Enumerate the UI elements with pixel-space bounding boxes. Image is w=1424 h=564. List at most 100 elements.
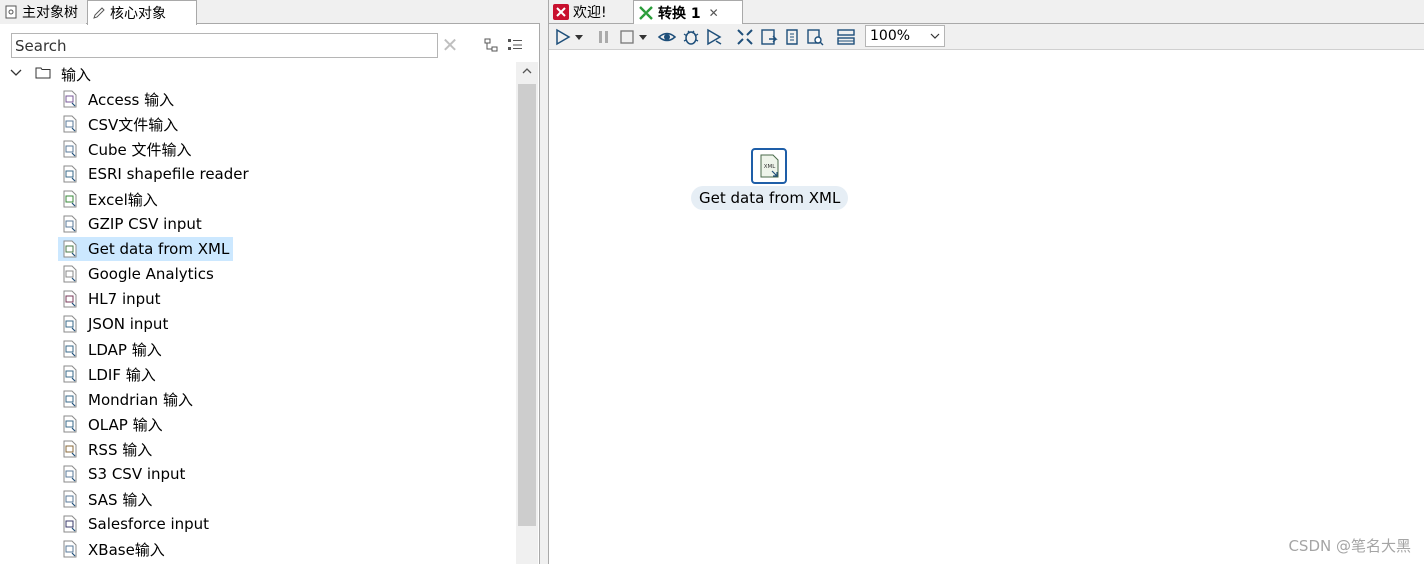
tree-item-label: GZIP CSV input (88, 215, 202, 233)
tree-item-label: JSON input (88, 315, 169, 333)
sql-icon[interactable] (782, 27, 802, 47)
tab-main-object-tree[interactable]: 主对象树 (0, 0, 86, 24)
left-tab-bar: 主对象树 核心对象 (0, 0, 540, 25)
tree-item-label: Access 输入 (88, 90, 175, 109)
search-row: ✕ (0, 28, 540, 64)
tree-item-label: LDIF 输入 (88, 365, 156, 384)
tree-scrollbar[interactable] (516, 62, 538, 564)
tree-item-label: LDAP 输入 (88, 340, 162, 359)
expand-tree-icon[interactable] (483, 36, 501, 54)
tree-item[interactable]: OLAP 输入 (58, 412, 167, 436)
tree-item[interactable]: Google Analytics (58, 262, 218, 286)
pencil-icon (92, 6, 106, 20)
tree-item[interactable]: GZIP CSV input (58, 212, 206, 236)
transformation-icon (638, 5, 654, 21)
ldif-input-icon (62, 365, 78, 383)
folder-label: 输入 (61, 65, 92, 84)
tree-item[interactable]: Access 输入 (58, 87, 178, 111)
editor-tab-bar: 欢迎! 转换 1 ✕ (549, 0, 1424, 25)
tree-item[interactable]: SAS 输入 (58, 487, 156, 511)
tree-item-label: HL7 input (88, 290, 161, 308)
object-tree-icon (4, 5, 18, 19)
tree-item[interactable]: Mondrian 输入 (58, 387, 197, 411)
tree-item-label: ESRI shapefile reader (88, 165, 249, 183)
tab-label: 主对象树 (22, 5, 78, 21)
tree-item[interactable]: Salesforce input (58, 512, 213, 536)
tab-label: 转换 1 (658, 6, 701, 22)
esri-shapefile-icon (62, 165, 78, 183)
tree-item-label: Mondrian 输入 (88, 390, 193, 409)
tree-item-label: S3 CSV input (88, 465, 186, 483)
access-input-icon (62, 90, 78, 108)
tree-item[interactable]: LDAP 输入 (58, 337, 166, 361)
chevron-down-icon[interactable] (10, 66, 24, 82)
close-tab-icon[interactable]: ✕ (709, 6, 719, 20)
tree-item[interactable]: XBase输入 (58, 537, 169, 561)
clear-search-icon[interactable]: ✕ (439, 33, 461, 58)
replay-icon[interactable] (704, 27, 724, 47)
s3-csv-icon (62, 465, 78, 483)
rss-input-icon (62, 440, 78, 458)
preview-icon[interactable] (657, 27, 677, 47)
tree-item[interactable]: Get data from XML (58, 237, 234, 261)
salesforce-input-icon (62, 515, 78, 533)
run-icon[interactable] (553, 27, 573, 47)
debug-icon[interactable] (681, 27, 701, 47)
step-tree: 输入 Access 输入 CSV文件输入 Cube 文件输入 ESRI shapefi… (0, 62, 516, 564)
tree-item-label: Get data from XML (88, 240, 230, 258)
zoom-select[interactable]: 100% (865, 25, 945, 47)
tree-item[interactable]: Excel输入 (58, 187, 162, 211)
tree-item[interactable]: LDIF 输入 (58, 362, 160, 386)
scroll-up-icon[interactable] (516, 62, 538, 82)
tree-item[interactable]: JSON input (58, 312, 172, 336)
tree-item-label: Excel输入 (88, 190, 158, 209)
tree-item[interactable]: CSV文件输入 (58, 112, 182, 136)
tree-folder-input[interactable]: 输入 (0, 62, 516, 86)
tree-item-label: RSS 输入 (88, 440, 153, 459)
left-panel: 主对象树 核心对象 ✕ (0, 0, 540, 564)
tree-item[interactable]: Cube 文件输入 (58, 137, 196, 161)
step-label[interactable]: Get data from XML (691, 186, 849, 210)
excel-input-icon (62, 190, 78, 208)
chevron-down-icon[interactable] (930, 26, 940, 53)
tree-item[interactable]: ESRI shapefile reader (58, 162, 253, 186)
app-window: 主对象树 核心对象 ✕ (0, 0, 1424, 564)
scroll-thumb[interactable] (518, 84, 536, 526)
tree-item[interactable]: HL7 input (58, 287, 165, 311)
welcome-icon (553, 4, 569, 20)
tree-item-label: Salesforce input (88, 515, 210, 533)
cube-input-icon (62, 140, 78, 158)
watermark: CSDN @笔名大黑 (1288, 537, 1411, 555)
pane-splitter[interactable] (540, 0, 548, 564)
impact-analysis-icon[interactable] (759, 27, 779, 47)
stop-icon[interactable] (617, 27, 637, 47)
stop-dropdown-icon[interactable] (637, 27, 649, 47)
gzip-csv-icon (62, 215, 78, 233)
tree-item[interactable]: RSS 输入 (58, 437, 156, 461)
transformation-toolbar: 100% (549, 24, 1424, 50)
tree-item-label: CSV文件输入 (88, 115, 179, 134)
tree-item-label: XBase输入 (88, 540, 165, 559)
explore-db-icon[interactable] (805, 27, 825, 47)
zoom-value: 100% (870, 28, 911, 44)
collapse-tree-icon[interactable] (506, 36, 524, 54)
run-dropdown-icon[interactable] (573, 27, 585, 47)
tree-item-label: Cube 文件输入 (88, 140, 192, 159)
tab-core-objects[interactable]: 核心对象 (87, 0, 197, 25)
verify-icon[interactable] (735, 27, 755, 47)
right-panel: 欢迎! 转换 1 ✕ 100% XML Get data from XML CS… (548, 0, 1424, 564)
ldap-input-icon (62, 340, 78, 358)
show-results-icon[interactable] (836, 27, 856, 47)
mondrian-input-icon (62, 390, 78, 408)
pause-icon[interactable] (594, 27, 614, 47)
transformation-canvas[interactable]: XML Get data from XML CSDN @笔名大黑 (549, 50, 1424, 564)
tree-item[interactable]: S3 CSV input (58, 462, 189, 486)
sas-input-icon (62, 490, 78, 508)
tab-welcome[interactable]: 欢迎! (551, 0, 631, 24)
tree-item-label: Google Analytics (88, 265, 214, 283)
olap-input-icon (62, 415, 78, 433)
search-input[interactable] (11, 33, 438, 58)
tree-item-label: OLAP 输入 (88, 415, 163, 434)
tab-transformation-1[interactable]: 转换 1 ✕ (633, 0, 743, 25)
step-get-data-from-xml[interactable]: XML (751, 148, 787, 184)
